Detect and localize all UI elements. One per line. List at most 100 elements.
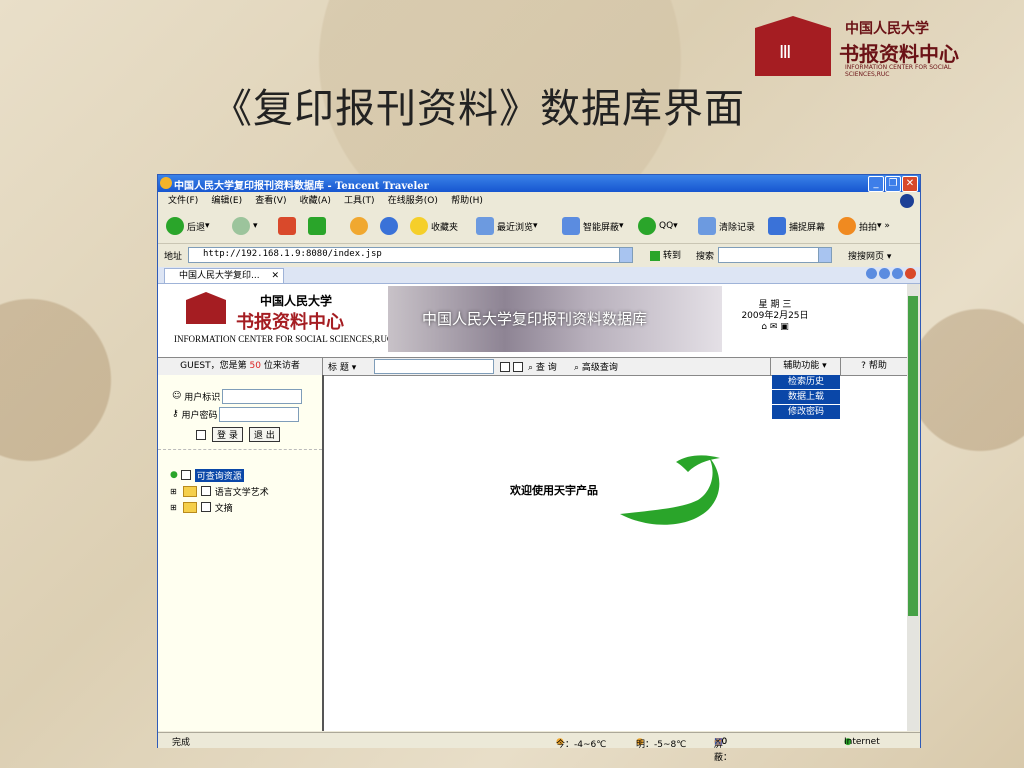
refresh-button[interactable] <box>308 216 329 236</box>
recent-icon <box>476 217 494 235</box>
globe-icon: ● <box>170 470 178 480</box>
left-panel: ☺ 用户标识 ⚷ 用户密码 登 录 退 出 ● 可查询资源 ⊞ 语言文学艺术 ⊞ 文… <box>158 375 324 731</box>
menu-tools[interactable]: 工具(T) <box>344 193 375 209</box>
forward-button[interactable]: ▾ <box>232 216 258 236</box>
tree-item[interactable]: ⊞ 文摘 <box>170 499 269 515</box>
scroll-thumb[interactable] <box>908 296 918 616</box>
tree-root[interactable]: ● 可查询资源 <box>170 467 269 483</box>
tab-controls <box>864 268 916 282</box>
address-dropdown[interactable] <box>619 247 633 263</box>
menu-item-data-upload[interactable]: 数据上载 <box>772 390 840 405</box>
stop-button[interactable] <box>278 216 299 236</box>
home-button[interactable] <box>350 216 371 236</box>
tab-close-all-icon[interactable] <box>905 268 916 279</box>
help-button[interactable]: ? 帮助 <box>840 358 907 375</box>
aux-functions-menu[interactable]: 辅助功能 ▾ <box>770 358 839 375</box>
star-icon <box>410 217 428 235</box>
address-input[interactable]: http://192.168.1.9:8080/index.jsp <box>188 247 632 263</box>
search-input[interactable] <box>718 247 832 263</box>
site-name-cn2: 书报资料中心 <box>236 312 344 333</box>
site-logo: 中国人民大学 书报资料中心 INFORMATION CENTER FOR SOC… <box>174 290 393 350</box>
favorites-button[interactable]: 收藏夹 <box>410 216 458 236</box>
refresh-icon <box>308 217 326 235</box>
browser-icon <box>160 177 172 189</box>
menu-file[interactable]: 文件(F) <box>168 193 198 209</box>
panel-divider <box>158 449 322 450</box>
menu-item-change-password[interactable]: 修改密码 <box>772 405 840 420</box>
back-button[interactable]: 后退 ▾ <box>166 216 210 236</box>
option-checkbox-1[interactable] <box>500 362 510 372</box>
folder-icon <box>182 485 197 497</box>
recent-button[interactable]: 最近浏览 ▾ <box>476 216 538 236</box>
folder-icon <box>182 501 197 513</box>
login-button[interactable]: 登 录 <box>212 427 243 442</box>
tab-next-icon[interactable] <box>892 268 903 279</box>
screen-icon <box>768 217 786 235</box>
back-arrow-icon <box>166 217 184 235</box>
search-dropdown[interactable] <box>818 247 832 263</box>
paipai-button[interactable]: 拍拍 ▾ » <box>838 216 890 236</box>
maximize-button[interactable]: ❐ <box>885 176 901 192</box>
password-label: 用户密码 <box>181 410 218 421</box>
brand-name-cn: 中国人民大学 <box>845 21 929 37</box>
window-title: 中国人民大学复印报刊资料数据库 - Tencent Traveler <box>174 181 429 192</box>
expand-icon[interactable]: ⊞ <box>170 503 177 512</box>
tree-item-checkbox[interactable] <box>200 486 211 496</box>
magnifier-icon: ⌕ <box>574 363 580 373</box>
block-icon <box>562 217 580 235</box>
user-id-input[interactable] <box>222 388 303 404</box>
forward-arrow-icon <box>232 217 250 235</box>
menu-online[interactable]: 在线服务(O) <box>388 193 438 209</box>
advanced-query-button[interactable]: ⌕ 高级查询 <box>574 360 618 373</box>
site-name-en: INFORMATION CENTER FOR SOCIAL SCIENCES,R… <box>174 334 393 344</box>
search-web-button[interactable]: 搜搜网页 ▾ <box>848 249 891 262</box>
brand-name-en: INFORMATION CENTER FOR SOCIAL SCIENCES,R… <box>845 64 952 78</box>
menu-bar: 文件(F) 编辑(E) 查看(V) 收藏(A) 工具(T) 在线服务(O) 帮助… <box>158 193 920 209</box>
expand-icon[interactable]: ⊞ <box>170 487 177 496</box>
help-icon: ? <box>861 361 866 371</box>
tree-root-checkbox[interactable] <box>180 470 191 480</box>
password-input[interactable] <box>219 406 300 422</box>
close-button[interactable]: ✕ <box>902 176 918 192</box>
clear-record-button[interactable]: 清除记录 <box>698 216 755 236</box>
user-icon: ☺ <box>172 391 182 401</box>
vertical-scrollbar[interactable] <box>907 284 919 731</box>
slide-title: 《复印报刊资料》数据库界面 <box>212 86 745 132</box>
menu-favorites[interactable]: 收藏(A) <box>300 193 331 209</box>
menu-edit[interactable]: 编辑(E) <box>211 193 242 209</box>
resource-tree: ● 可查询资源 ⊞ 语言文学艺术 ⊞ 文摘 <box>170 467 269 515</box>
tree-item-checkbox[interactable] <box>200 502 211 512</box>
clock-icon <box>380 217 398 235</box>
tab-close-icon[interactable]: ✕ <box>271 269 279 283</box>
menu-item-search-history[interactable]: 检索历史 <box>772 375 840 390</box>
tree-root-label[interactable]: 可查询资源 <box>194 468 244 482</box>
tab-prev-icon[interactable] <box>866 268 877 279</box>
keyword-input[interactable] <box>374 359 494 374</box>
address-label: 地址 <box>164 252 183 262</box>
menu-help[interactable]: 帮助(H) <box>451 193 483 209</box>
aux-dropdown: 检索历史 数据上载 修改密码 <box>772 375 840 420</box>
title-bar: 中国人民大学复印报刊资料数据库 - Tencent Traveler _ ❐ ✕ <box>158 175 920 192</box>
tree-item[interactable]: ⊞ 语言文学艺术 <box>170 483 269 499</box>
go-button[interactable]: 转到 <box>650 248 681 261</box>
tab-list-icon[interactable] <box>879 268 890 279</box>
address-bar: 地址 http://192.168.1.9:8080/index.jsp 转到 … <box>158 245 920 265</box>
page-content: 中国人民大学 书报资料中心 INFORMATION CENTER FOR SOC… <box>158 284 907 731</box>
capture-screen-button[interactable]: 捕捉屏幕 <box>768 216 825 236</box>
menu-view[interactable]: 查看(V) <box>255 193 286 209</box>
field-select[interactable]: 标 题 ▾ <box>328 360 356 373</box>
visitor-number: 50 <box>249 361 261 371</box>
banner-title: 中国人民大学复印报刊资料数据库 <box>422 310 648 328</box>
minimize-button[interactable]: _ <box>868 176 884 192</box>
history-button[interactable] <box>380 216 401 236</box>
smart-block-button[interactable]: 智能屏蔽 ▾ <box>562 216 624 236</box>
remember-checkbox[interactable] <box>196 429 206 440</box>
query-button[interactable]: ⌕ 查 询 <box>528 360 557 373</box>
logout-button[interactable]: 退 出 <box>248 427 280 442</box>
option-checkbox-2[interactable] <box>513 362 523 372</box>
tab-current[interactable]: 中国人民大学复印... ✕ <box>164 268 284 284</box>
brand-emblem-icon: Ⅲ <box>755 16 831 76</box>
qq-button[interactable]: QQ ▾ <box>638 216 678 236</box>
address-url: http://192.168.1.9:8080/index.jsp <box>203 249 382 259</box>
tianyu-logo-icon <box>620 455 720 525</box>
